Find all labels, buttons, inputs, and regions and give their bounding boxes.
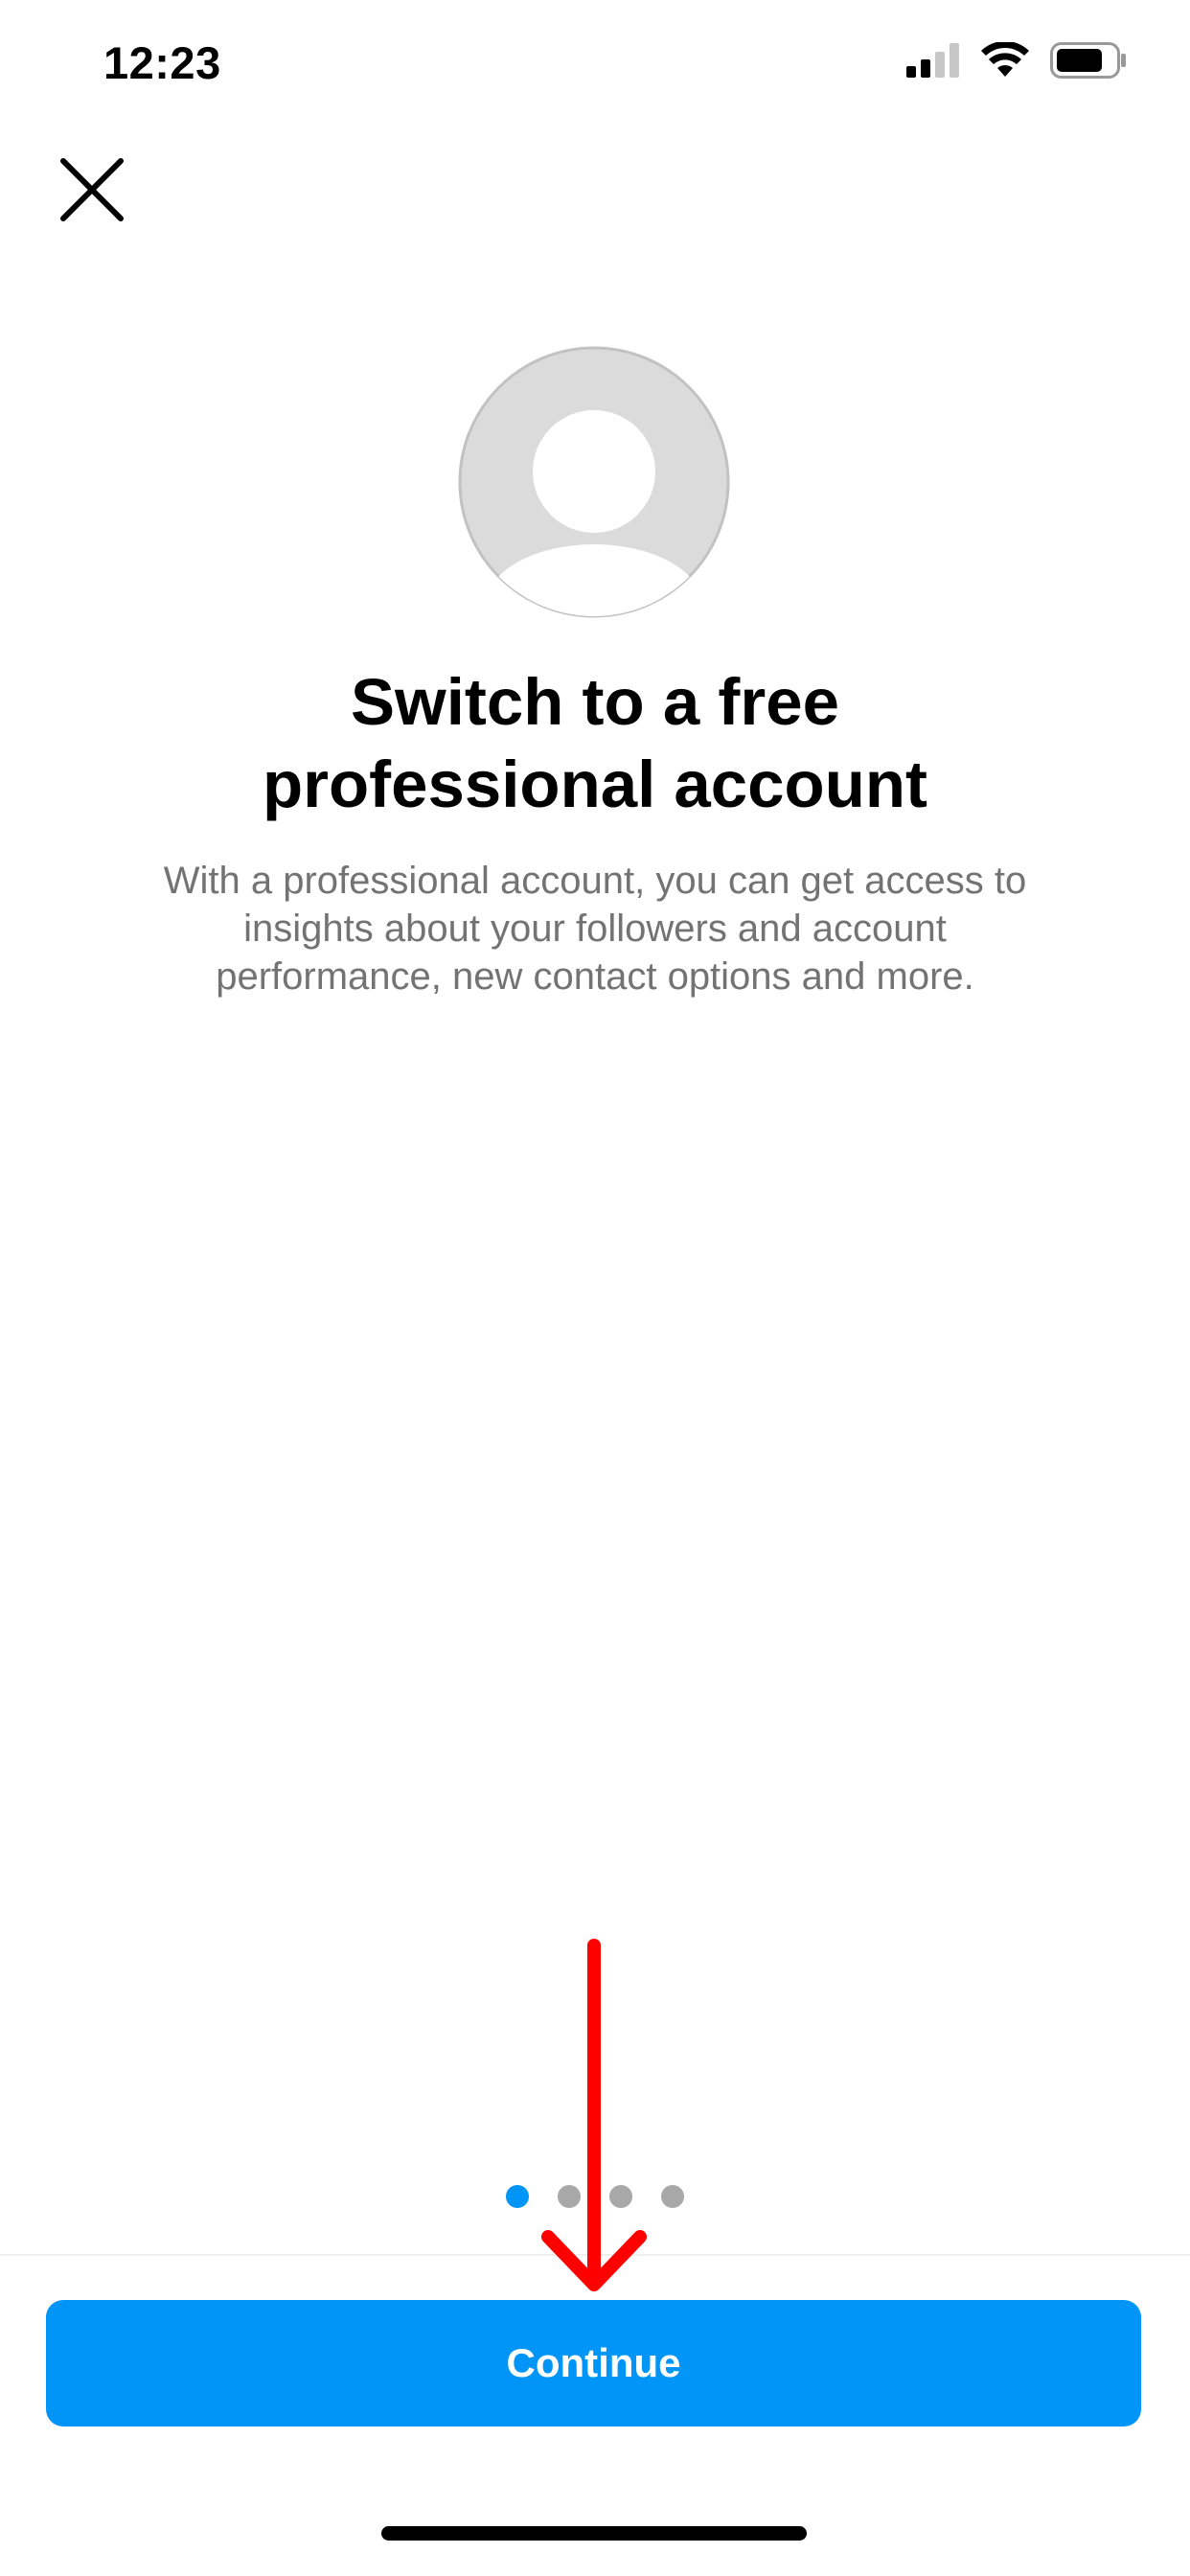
title-line-1: Switch to a free xyxy=(351,665,839,739)
page-dot xyxy=(558,2185,581,2208)
continue-button[interactable]: Continue xyxy=(46,2300,1141,2426)
title-line-2: professional account xyxy=(263,748,927,821)
description-line-2: insights about your followers and accoun… xyxy=(243,908,947,950)
page-dot-active xyxy=(506,2185,529,2208)
page-description: With a professional account, you can get… xyxy=(96,857,1094,1000)
close-icon xyxy=(60,158,124,221)
page-dot xyxy=(609,2185,632,2208)
battery-icon xyxy=(1050,42,1127,79)
status-time: 12:23 xyxy=(103,37,221,88)
page-title: Switch to a free professional account xyxy=(0,661,1190,826)
default-profile-avatar-icon xyxy=(457,345,731,619)
close-button[interactable] xyxy=(57,155,126,224)
wifi-icon xyxy=(981,42,1029,79)
description-line-1: With a professional account, you can get… xyxy=(163,860,1027,902)
status-icons xyxy=(906,42,1127,79)
red-down-arrow-icon xyxy=(537,1936,652,2300)
page-indicator xyxy=(0,2185,1190,2208)
footer-divider xyxy=(0,2254,1190,2256)
cellular-signal-icon xyxy=(906,43,960,78)
description-line-3: performance, new contact options and mor… xyxy=(216,955,974,998)
page-dot xyxy=(661,2185,684,2208)
home-indicator xyxy=(381,2526,807,2541)
